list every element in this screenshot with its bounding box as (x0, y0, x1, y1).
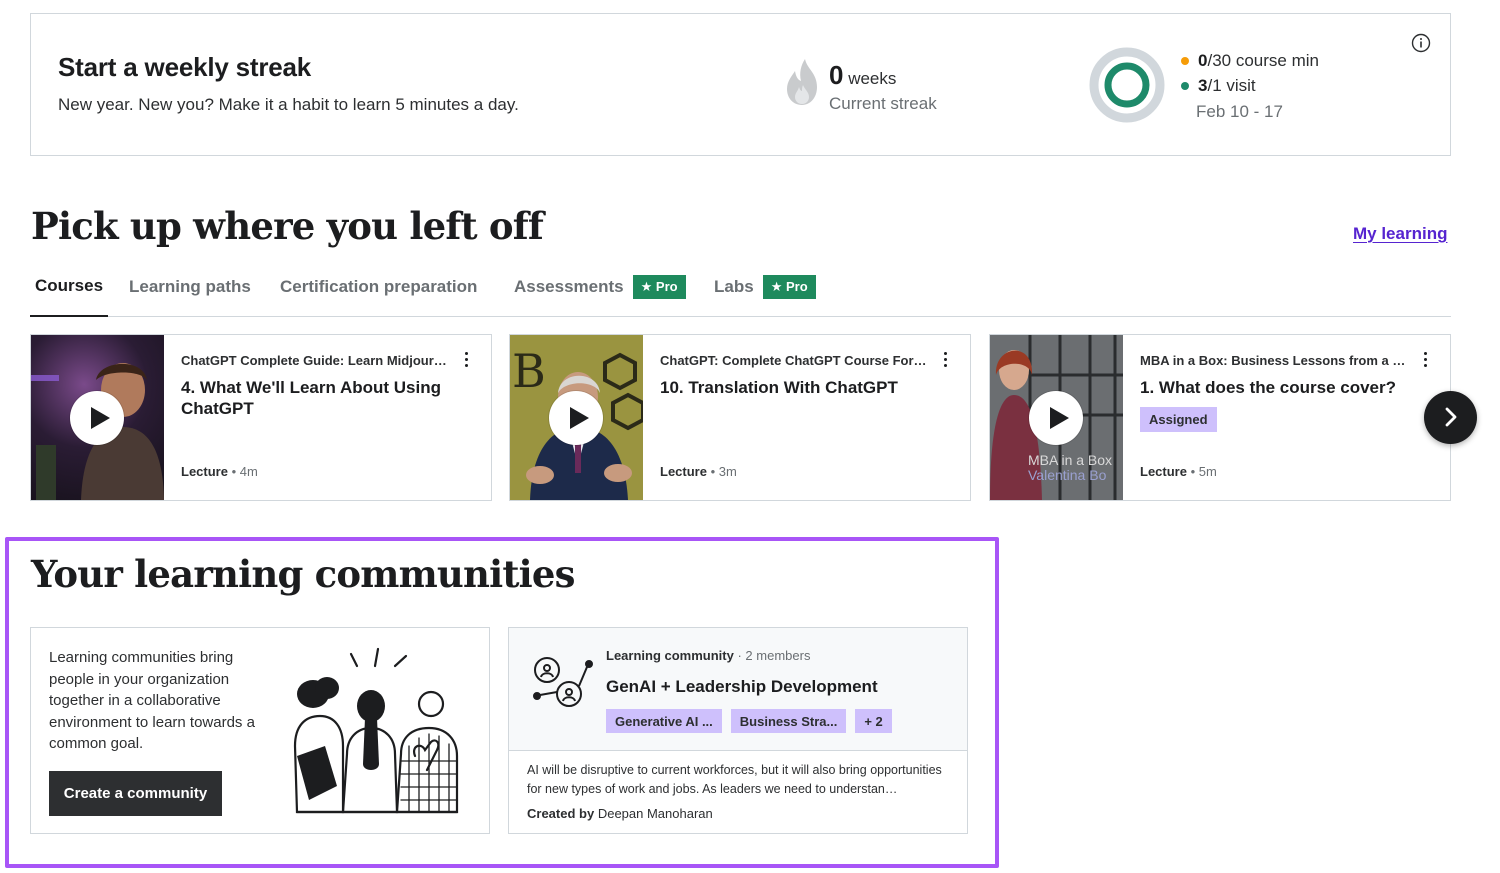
community-type: Learning community (606, 648, 734, 663)
lecture-meta: Lecture • 4m (181, 464, 258, 479)
community-name[interactable]: GenAI + Leadership Development (606, 677, 878, 697)
community-intro-text: Learning communities bring people in you… (49, 649, 255, 753)
tab-learning-paths[interactable]: Learning paths (129, 268, 251, 317)
community-group-card[interactable]: Learning community · 2 members GenAI + L… (508, 627, 968, 834)
course-thumbnail[interactable] (31, 335, 164, 500)
tab-assessments[interactable]: Assessments ★ Pro (514, 268, 686, 317)
streak-progress-ring (1089, 47, 1165, 123)
community-tag: Generative AI ... (606, 709, 722, 733)
visits-dot-icon (1181, 82, 1189, 90)
tab-certification-preparation[interactable]: Certification preparation (280, 268, 477, 317)
community-people-illustration (293, 647, 459, 814)
community-tag: Business Stra... (730, 709, 847, 733)
lecture-type: Lecture (181, 464, 228, 479)
lecture-meta: Lecture • 3m (660, 464, 737, 479)
tab-assessments-label: Assessments (514, 276, 624, 296)
community-description: AI will be disruptive to current workfor… (527, 763, 942, 796)
streak-weeks: 0 weeks (829, 60, 896, 91)
course-card[interactable]: ChatGPT Complete Guide: Learn Midjour… 4… (30, 334, 492, 501)
course-name[interactable]: MBA in a Box: Business Lessons from a … (1140, 353, 1418, 368)
minutes-goal: 0 /30 course min (1181, 51, 1319, 71)
lecture-type: Lecture (1140, 464, 1187, 479)
tab-labs[interactable]: Labs ★ Pro (714, 268, 816, 317)
assigned-badge: Assigned (1140, 407, 1217, 432)
star-icon: ★ (640, 278, 653, 294)
community-tags: Generative AI ... Business Stra... + 2 (606, 709, 901, 733)
pro-badge-label: Pro (785, 279, 808, 294)
course-name[interactable]: ChatGPT: Complete ChatGPT Course For… (660, 353, 938, 368)
play-button[interactable] (1029, 391, 1083, 445)
community-label: Learning community · 2 members (606, 648, 810, 663)
tab-courses-label: Courses (35, 275, 104, 295)
course-name[interactable]: ChatGPT Complete Guide: Learn Midjour… (181, 353, 459, 368)
chevron-right-icon (1445, 407, 1457, 427)
thumbnail-caption: MBA in a Box Valentina Bo (1028, 453, 1112, 483)
pro-badge: ★ Pro (632, 274, 686, 299)
visits-rest: /1 visit (1207, 76, 1256, 95)
course-thumbnail[interactable]: MBA in a Box Valentina Bo (990, 335, 1123, 500)
info-icon[interactable] (1411, 33, 1431, 53)
more-options-icon[interactable] (942, 351, 948, 369)
minutes-value: 0 (1198, 51, 1208, 70)
more-options-icon[interactable] (1422, 351, 1428, 369)
tab-labs-label: Labs (714, 276, 754, 296)
thumbnail-caption-line: MBA in a Box (1028, 452, 1113, 468)
more-options-icon[interactable] (463, 351, 469, 369)
play-button[interactable] (70, 391, 124, 445)
lecture-meta: Lecture • 5m (1140, 464, 1217, 479)
lecture-duration: 5m (1198, 464, 1217, 479)
my-learning-link[interactable]: My learning (1353, 224, 1447, 244)
pickup-heading: Pick up where you left off (31, 204, 544, 248)
community-group-header: Learning community · 2 members GenAI + L… (509, 628, 967, 751)
streak-date-range: Feb 10 - 17 (1196, 102, 1283, 121)
lecture-title[interactable]: 1. What does the course cover? (1140, 377, 1430, 398)
lecture-title[interactable]: 4. What We'll Learn About Using ChatGPT (181, 377, 471, 419)
lecture-duration: 4m (239, 464, 258, 479)
community-intro-card: Learning communities bring people in you… (30, 627, 490, 834)
pro-badge: ★ Pro (762, 274, 816, 299)
lecture-title[interactable]: 10. Translation With ChatGPT (660, 377, 950, 398)
streak-title: Start a weekly streak (58, 52, 312, 82)
streak-subtitle: New year. New you? Make it a habit to le… (58, 95, 519, 114)
visits-value: 3 (1198, 76, 1208, 95)
visits-goal: 3 /1 visit (1181, 76, 1256, 96)
lecture-type: Lecture (660, 464, 707, 479)
streak-weeks-label: weeks (848, 69, 897, 88)
streak-weeks-count: 0 (829, 60, 844, 90)
communities-heading: Your learning communities (31, 552, 576, 596)
minutes-dot-icon (1181, 57, 1189, 65)
community-members: · 2 members (737, 648, 811, 663)
created-by-name: Deepan Manoharan (597, 806, 713, 821)
thumbnail-caption-line: Valentina Bo (1028, 467, 1107, 483)
community-creator: Created by Deepan Manoharan (527, 806, 713, 821)
pro-badge-label: Pro (655, 279, 678, 294)
community-tag-more: + 2 (855, 709, 892, 733)
play-button[interactable] (549, 391, 603, 445)
tab-courses[interactable]: Courses (30, 268, 109, 317)
svg-text:B: B (512, 344, 546, 398)
tab-certification-label: Certification preparation (280, 276, 478, 296)
created-by-label: Created by (527, 806, 595, 821)
minutes-rest: /30 course min (1207, 51, 1319, 70)
course-card[interactable]: MBA in a Box Valentina Bo MBA in a Box: … (989, 334, 1451, 501)
create-community-button[interactable]: Create a community (49, 771, 222, 816)
star-icon: ★ (770, 278, 783, 294)
streak-panel: Start a weekly streak New year. New you?… (30, 13, 1451, 156)
pickup-tabs: Courses Learning paths Certification pre… (30, 268, 1451, 317)
current-streak-label: Current streak (829, 94, 937, 113)
flame-icon (787, 59, 817, 105)
carousel-next-button[interactable] (1424, 391, 1477, 444)
course-card[interactable]: B ChatGPT: Complete ChatGPT Course For… … (509, 334, 971, 501)
lecture-duration: 3m (718, 464, 737, 479)
tab-learning-paths-label: Learning paths (129, 276, 251, 296)
community-network-icon (533, 657, 593, 707)
course-thumbnail[interactable]: B (510, 335, 643, 500)
